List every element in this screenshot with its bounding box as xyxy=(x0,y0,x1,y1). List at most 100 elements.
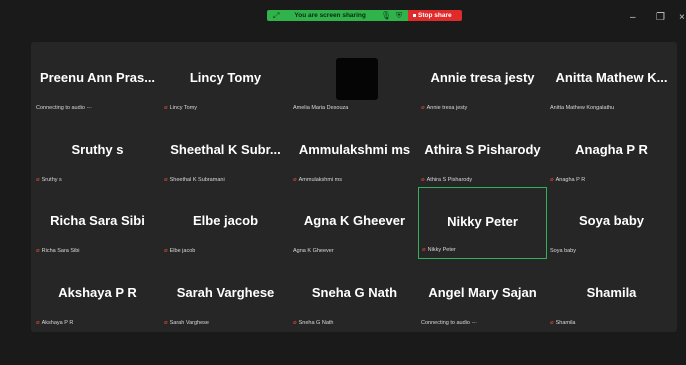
participant-label: Agna K Gheever xyxy=(293,248,334,254)
participant-label-text: Richa Sara Sibi xyxy=(41,248,80,254)
participant-label-text: Elbe jacob xyxy=(169,248,196,254)
participant-name: Angel Mary Sajan xyxy=(428,285,537,300)
participant-label-text: Soya baby xyxy=(550,248,576,254)
participant-label-text: Shamila xyxy=(555,320,576,326)
participant-name: Preenu Ann Pras... xyxy=(39,70,156,85)
participant-video xyxy=(336,58,378,100)
top-bar: ⤢ You are screen sharing 🎙 ⛨ Stop share … xyxy=(0,0,686,34)
participant-label: ⌀ Ammulakshmi ms xyxy=(293,177,342,183)
muted-mic-icon: ⌀ xyxy=(421,105,425,111)
participant-name: Shamila xyxy=(586,285,637,300)
participant-label-text: Sneha G Nath xyxy=(298,320,334,326)
maximize-icon[interactable]: ❐ xyxy=(656,12,665,23)
participant-tile[interactable]: Anitta Mathew K... Anitta Mathew Kongalat… xyxy=(547,44,676,116)
participant-label: ⌀ Sarah Varghese xyxy=(164,320,209,326)
participant-tile[interactable]: Soya baby Soya baby xyxy=(547,187,676,259)
muted-mic-icon: ⌀ xyxy=(422,247,426,253)
participant-label-text: Annie tresa jesty xyxy=(426,105,468,111)
shield-icon[interactable]: ⛨ xyxy=(396,11,402,21)
participant-label: ⌀ Nikky Peter xyxy=(422,247,456,253)
muted-mic-icon: ⌀ xyxy=(293,177,297,183)
pin-icon[interactable]: ⤢ xyxy=(273,11,279,21)
participant-name: Nikky Peter xyxy=(447,214,518,229)
participant-name: Sheethal K Subr... xyxy=(170,142,281,157)
participant-name: Anagha P R xyxy=(575,142,648,157)
muted-mic-icon: ⌀ xyxy=(421,177,425,183)
participant-name: Sneha G Nath xyxy=(311,285,398,300)
participant-name: Sruthy s xyxy=(71,142,124,157)
participant-tile[interactable]: Shamila ⌀ Shamila xyxy=(547,259,676,331)
participant-tile[interactable]: Amelia Maria Desouza xyxy=(290,44,419,116)
participant-name: Agna K Gheever xyxy=(303,213,406,228)
participant-tile[interactable]: Athira S Pisharody ⌀ Athira S Pisharody xyxy=(418,116,547,188)
participant-label: ⌀ Akshaya P R xyxy=(36,320,73,326)
participant-label-text: Connecting to audio ·-· xyxy=(421,320,477,326)
participant-label: ⌀ Sneha G Nath xyxy=(293,320,333,326)
participant-tile[interactable]: Anagha P R ⌀ Anagha P R xyxy=(547,116,676,188)
participant-gallery: Preenu Ann Pras... Connecting to audio ·-… xyxy=(31,42,677,332)
participant-tile[interactable]: Sneha G Nath ⌀ Sneha G Nath xyxy=(290,259,419,331)
participant-label-text: Lincy Tomy xyxy=(169,105,198,111)
participant-tile[interactable]: Elbe jacob ⌀ Elbe jacob xyxy=(161,187,290,259)
close-icon[interactable]: × xyxy=(679,12,685,23)
minimize-icon[interactable]: – xyxy=(630,12,636,23)
participant-name: Akshaya P R xyxy=(58,285,137,300)
screen-share-bar: ⤢ You are screen sharing 🎙 ⛨ Stop share xyxy=(267,10,462,21)
muted-mic-icon: ⌀ xyxy=(164,248,168,254)
muted-mic-icon: ⌀ xyxy=(164,177,168,183)
participant-name: Soya baby xyxy=(578,213,645,228)
muted-mic-icon: ⌀ xyxy=(164,320,168,326)
participant-label-text: Anagha P R xyxy=(555,177,586,183)
sharing-indicator[interactable]: ⤢ You are screen sharing 🎙 ⛨ xyxy=(267,10,408,21)
participant-label: ⌀ Sheethal K Subramani xyxy=(164,177,225,183)
mic-icon[interactable]: 🎙 xyxy=(381,11,391,20)
participant-label: ⌀ Anagha P R xyxy=(550,177,585,183)
participant-label-text: Anitta Mathew Kongalathu xyxy=(550,105,615,111)
participant-label-text: Agna K Gheever xyxy=(293,248,334,254)
participant-label-text: Connecting to audio ·-· xyxy=(36,105,92,111)
stop-share-button[interactable]: Stop share xyxy=(408,10,462,21)
participant-tile[interactable]: Agna K Gheever Agna K Gheever xyxy=(290,187,419,259)
participant-name: Ammulakshmi ms xyxy=(298,142,411,157)
participant-name: Lincy Tomy xyxy=(189,70,262,85)
participant-label: ⌀ Sruthy s xyxy=(36,177,62,183)
participant-label-text: Sheethal K Subramani xyxy=(169,177,225,183)
participant-name: Athira S Pisharody xyxy=(424,142,541,157)
participant-tile[interactable]: Akshaya P R ⌀ Akshaya P R xyxy=(33,259,162,331)
participant-label-text: Sarah Varghese xyxy=(169,320,209,326)
participant-name: Elbe jacob xyxy=(192,213,259,228)
stop-icon xyxy=(413,14,416,17)
participant-tile[interactable]: Richa Sara Sibi ⌀ Richa Sara Sibi xyxy=(33,187,162,259)
muted-mic-icon: ⌀ xyxy=(36,320,40,326)
participant-name: Sarah Varghese xyxy=(176,285,275,300)
participant-tile[interactable]: Preenu Ann Pras... Connecting to audio ·-… xyxy=(33,44,162,116)
participant-label: ⌀ Lincy Tomy xyxy=(164,105,197,111)
bottom-bar xyxy=(0,343,686,365)
muted-mic-icon: ⌀ xyxy=(550,320,554,326)
muted-mic-icon: ⌀ xyxy=(36,177,40,183)
participant-name: Anitta Mathew K... xyxy=(555,70,668,85)
participant-label-text: Sruthy s xyxy=(41,177,62,183)
participant-label-text: Nikky Peter xyxy=(427,247,456,253)
participant-tile[interactable]: Sruthy s ⌀ Sruthy s xyxy=(33,116,162,188)
participant-tile[interactable]: Ammulakshmi ms ⌀ Ammulakshmi ms xyxy=(290,116,419,188)
participant-tile[interactable]: Sarah Varghese ⌀ Sarah Varghese xyxy=(161,259,290,331)
participant-tile[interactable]: Annie tresa jesty ⌀ Annie tresa jesty xyxy=(418,44,547,116)
sharing-text: You are screen sharing xyxy=(294,12,366,19)
muted-mic-icon: ⌀ xyxy=(36,248,40,254)
participant-label: Amelia Maria Desouza xyxy=(293,105,348,111)
participant-tile[interactable]: Lincy Tomy ⌀ Lincy Tomy xyxy=(161,44,290,116)
participant-tile[interactable]: Nikky Peter ⌀ Nikky Peter xyxy=(418,187,547,259)
participant-tile[interactable]: Sheethal K Subr... ⌀ Sheethal K Subramani xyxy=(161,116,290,188)
participant-name: Richa Sara Sibi xyxy=(50,213,145,228)
participant-label-text: Athira S Pisharody xyxy=(426,177,473,183)
participant-label: ⌀ Athira S Pisharody xyxy=(421,177,472,183)
muted-mic-icon: ⌀ xyxy=(550,177,554,183)
muted-mic-icon: ⌀ xyxy=(164,105,168,111)
participant-name: Annie tresa jesty xyxy=(430,70,535,85)
muted-mic-icon: ⌀ xyxy=(293,320,297,326)
participant-label: ⌀ Elbe jacob xyxy=(164,248,195,254)
participant-label-text: Ammulakshmi ms xyxy=(298,177,343,183)
participant-tile[interactable]: Angel Mary Sajan Connecting to audio ·-· xyxy=(418,259,547,331)
participant-label: Connecting to audio ·-· xyxy=(36,105,92,111)
